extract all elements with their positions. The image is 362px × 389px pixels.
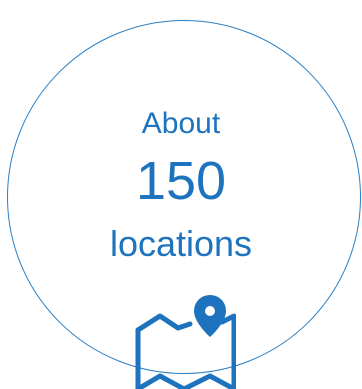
about-label: About bbox=[141, 107, 221, 140]
locations-count: 150 bbox=[135, 151, 227, 211]
map-pin-icon bbox=[135, 295, 236, 389]
locations-label: locations bbox=[109, 223, 253, 264]
locations-badge: About 150 locations bbox=[0, 0, 362, 389]
